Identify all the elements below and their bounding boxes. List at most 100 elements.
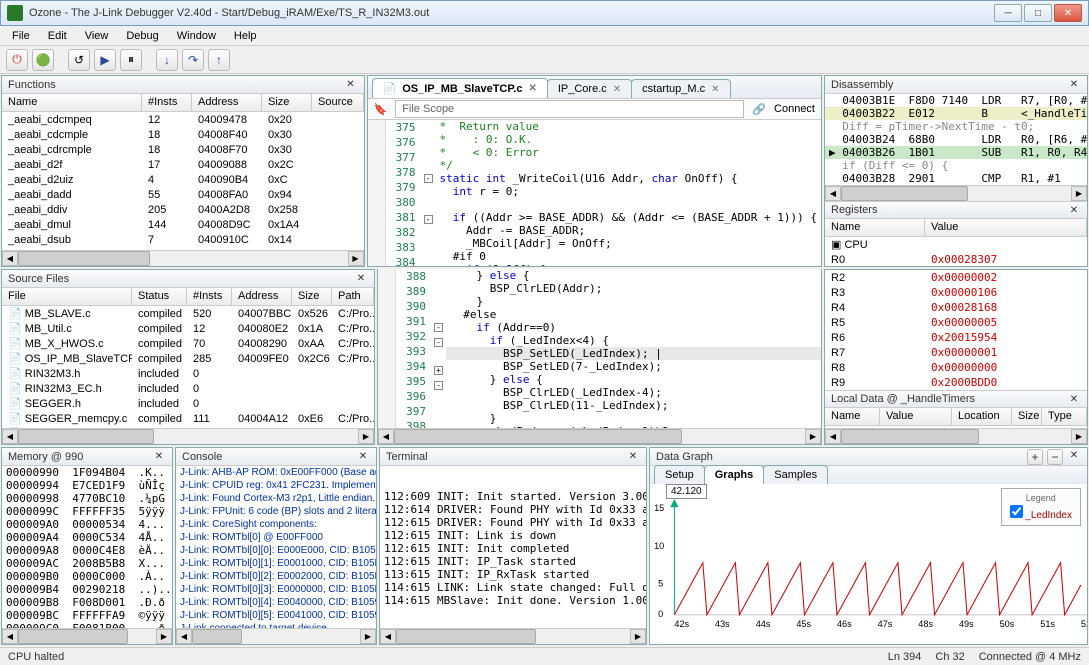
ld-col-size[interactable]: Size (1012, 408, 1042, 425)
maximize-button[interactable]: □ (1024, 4, 1052, 22)
table-row[interactable]: 📄 RIN32M3_EC.hincluded0 (2, 381, 374, 396)
menu-debug[interactable]: Debug (118, 28, 166, 44)
memory-hscroll[interactable]: ◀▶ (2, 628, 172, 644)
register-row[interactable]: ▣ CPU (825, 237, 1087, 252)
register-row[interactable]: R20x00000002 (825, 270, 1087, 285)
power-button[interactable]: ⏻ (6, 49, 28, 71)
table-row[interactable]: _aeabi_dsub70400910C0x14 (2, 232, 364, 247)
functions-close-icon[interactable]: ✕ (344, 78, 358, 92)
fold-icon[interactable]: - (424, 174, 433, 183)
memory-line[interactable]: 000009B0 0000C000 .À.. (2, 570, 172, 583)
graph-tab-samples[interactable]: Samples (763, 465, 828, 484)
editor-hscroll[interactable]: ◀▶ (378, 428, 821, 444)
table-row[interactable]: _aeabi_d2uiz4040090B40xC (2, 172, 364, 187)
zoom-out-icon[interactable]: − (1047, 449, 1063, 465)
memory-line[interactable]: 00000998 4770BC10 .¼pG (2, 492, 172, 505)
bookmark-icon[interactable]: 🔖 (374, 103, 388, 116)
table-row[interactable]: 📄 MB_Util.ccompiled12040080E20x1AC:/Pro.… (2, 321, 374, 336)
close-icon[interactable]: ✕ (528, 83, 536, 94)
ld-col-type[interactable]: Type (1042, 408, 1087, 425)
menu-help[interactable]: Help (226, 28, 265, 44)
reset-button[interactable]: ↺ (68, 49, 90, 71)
table-row[interactable]: 📄 RIN32M3.hincluded0 (2, 366, 374, 381)
memory-line[interactable]: 000009B4 00290218 ..).. (2, 583, 172, 596)
disasm-line[interactable]: 04003B24 68B0 LDR R0, [R6, #+0x08] (825, 133, 1087, 146)
ld-col-loc[interactable]: Location (952, 408, 1012, 425)
functions-hscroll[interactable]: ◀▶ (2, 250, 364, 266)
table-row[interactable]: 📄 SEGGER_memcpy.ccompiled11104004A120xE6… (2, 411, 374, 426)
memory-line[interactable]: 00000990 1F094B04 .K.. (2, 466, 172, 479)
terminal-hscroll[interactable]: ◀▶ (380, 628, 646, 644)
table-row[interactable]: _aeabi_cdcmple1804008F400x30 (2, 127, 364, 142)
register-row[interactable]: R00x00028307 (825, 252, 1087, 266)
memory-line[interactable]: 000009B8 F008D001 .Ð.ð (2, 596, 172, 609)
tab-ipcore[interactable]: IP_Core.c ✕ (547, 79, 632, 98)
console-hscroll[interactable]: ◀▶ (176, 628, 376, 644)
disasm-hscroll[interactable]: ◀▶ (825, 185, 1087, 201)
register-row[interactable]: R70x00000001 (825, 345, 1087, 360)
col-name[interactable]: Name (2, 94, 142, 111)
menu-edit[interactable]: Edit (40, 28, 75, 44)
table-row[interactable]: _aeabi_dmul14404008D9C0x1A4 (2, 217, 364, 232)
connect-button[interactable]: 🟢 (32, 49, 54, 71)
console-close-icon[interactable]: ✕ (356, 450, 370, 464)
disasm-line[interactable]: 04003B1E F8D0 7140 LDR R7, [R0, #+0x140] (825, 94, 1087, 107)
pause-button[interactable]: ⏸ (120, 49, 142, 71)
minimize-button[interactable]: ─ (994, 4, 1022, 22)
memory-line[interactable]: 00000994 E7CED1F9 ùÑÎç (2, 479, 172, 492)
fold-icon[interactable]: - (424, 215, 433, 224)
memory-close-icon[interactable]: ✕ (152, 450, 166, 464)
fold-icon[interactable]: + (434, 366, 443, 375)
disasm-line[interactable]: if (Diff <= 0) { (825, 159, 1087, 172)
connect-icon[interactable]: 🔗 (752, 103, 766, 116)
col-addr[interactable]: Address (192, 94, 262, 111)
register-row[interactable]: R50x00000005 (825, 315, 1087, 330)
table-row[interactable]: 📄 SEGGER.hincluded0 (2, 396, 374, 411)
registers-close-icon[interactable]: ✕ (1067, 203, 1081, 217)
menu-window[interactable]: Window (169, 28, 224, 44)
register-row[interactable]: R60x20015954 (825, 330, 1087, 345)
menu-file[interactable]: File (4, 28, 38, 44)
fold-icon[interactable]: - (434, 338, 443, 347)
sourcefiles-close-icon[interactable]: ✕ (354, 272, 368, 286)
register-row[interactable]: R30x00000106 (825, 285, 1087, 300)
sf-hscroll[interactable]: ◀▶ (2, 428, 374, 444)
zoom-in-icon[interactable]: + (1027, 449, 1043, 465)
close-icon[interactable]: ✕ (613, 84, 621, 95)
memory-line[interactable]: 000009BC FFFFFFA9 ©ÿÿÿ (2, 609, 172, 622)
terminal-close-icon[interactable]: ✕ (626, 450, 640, 464)
ld-col-name[interactable]: Name (825, 408, 880, 425)
ld-col-value[interactable]: Value (880, 408, 952, 425)
reg-col-name[interactable]: Name (825, 219, 925, 236)
table-row[interactable]: 📄 MB_SLAVE.ccompiled52004007BBC0x526C:/P… (2, 306, 374, 321)
table-row[interactable]: _aeabi_d2f17040090880x2C (2, 157, 364, 172)
close-button[interactable]: ✕ (1054, 4, 1082, 22)
ld-hscroll[interactable]: ◀▶ (825, 428, 1087, 444)
filescope-combo[interactable]: File Scope (395, 100, 744, 118)
memory-line[interactable]: 000009A0 00000534 4... (2, 518, 172, 531)
col-insts[interactable]: #Insts (142, 94, 192, 111)
graph-canvas[interactable]: 42.120 Legend _LedIndex 15 10 5 0 42s43s… (650, 484, 1087, 644)
localdata-close-icon[interactable]: ✕ (1067, 392, 1081, 406)
graph-tab-graphs[interactable]: Graphs (704, 465, 765, 484)
sf-col-insts[interactable]: #Insts (187, 288, 232, 305)
tab-cstartup[interactable]: cstartup_M.c ✕ (631, 79, 730, 98)
register-row[interactable]: R40x00028168 (825, 300, 1087, 315)
table-row[interactable]: _aeabi_dadd5504008FA00x94 (2, 187, 364, 202)
step-out-button[interactable]: ↑ (208, 49, 230, 71)
sf-col-path[interactable]: Path (332, 288, 374, 305)
register-row[interactable]: R80x00000000 (825, 360, 1087, 375)
graph-close-icon[interactable]: ✕ (1067, 449, 1081, 463)
disasm-close-icon[interactable]: ✕ (1067, 78, 1081, 92)
disasm-line[interactable]: 04003B28 2901 CMP R1, #1 (825, 172, 1087, 185)
graph-tab-setup[interactable]: Setup (654, 465, 705, 484)
table-row[interactable]: _aeabi_cdrcmple1804008F700x30 (2, 142, 364, 157)
register-row[interactable]: R90x2000BDD0 (825, 375, 1087, 390)
run-button[interactable]: ▶ (94, 49, 116, 71)
step-over-button[interactable]: ↷ (182, 49, 204, 71)
table-row[interactable]: 📄 MB_X_HWOS.ccompiled70040082900xAAC:/Pr… (2, 336, 374, 351)
menu-view[interactable]: View (77, 28, 117, 44)
tab-slavetcp[interactable]: 📄 OS_IP_MB_SlaveTCP.c ✕ (372, 78, 548, 98)
legend-checkbox[interactable] (1010, 505, 1023, 518)
fold-icon[interactable]: - (434, 323, 443, 332)
